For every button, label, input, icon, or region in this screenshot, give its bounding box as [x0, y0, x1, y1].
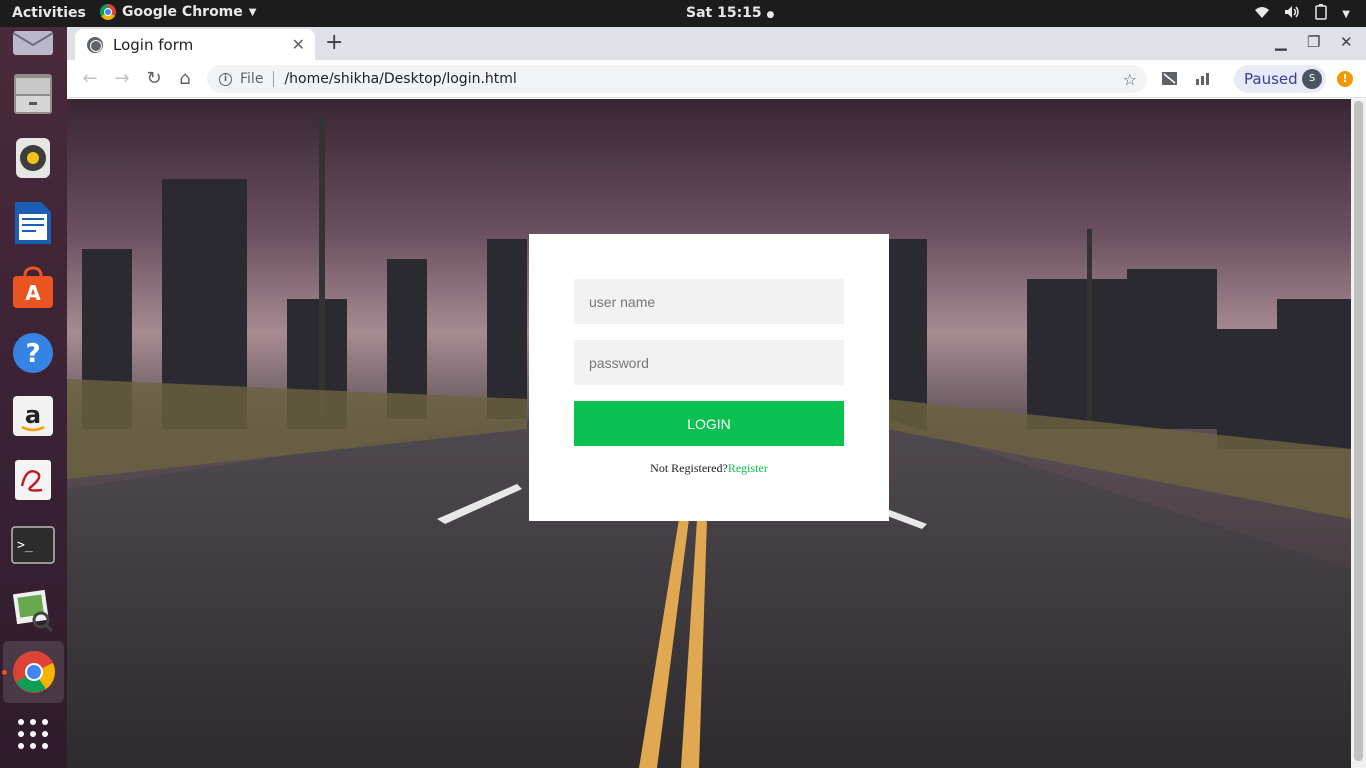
warning-icon[interactable]: ! — [1337, 71, 1353, 87]
app-menu[interactable]: Google Chrome ▼ — [100, 4, 256, 20]
close-tab-icon[interactable]: ✕ — [292, 35, 305, 54]
svg-text:?: ? — [25, 339, 40, 369]
image-viewer-icon[interactable] — [10, 587, 56, 633]
document-viewer-icon[interactable] — [10, 457, 56, 503]
back-icon[interactable]: ← — [79, 68, 101, 89]
username-input[interactable] — [574, 279, 844, 324]
show-applications-icon[interactable] — [10, 711, 56, 757]
profile-status: Paused — [1244, 70, 1298, 88]
amazon-icon[interactable]: a — [10, 393, 56, 439]
writer-icon[interactable] — [10, 200, 56, 246]
minimize-icon[interactable]: ▁ — [1275, 33, 1287, 51]
vertical-scrollbar[interactable] — [1351, 99, 1366, 768]
tab-title: Login form — [113, 35, 194, 54]
scrollbar-thumb[interactable] — [1354, 101, 1363, 761]
chrome-dock-icon[interactable] — [3, 641, 64, 703]
forward-icon[interactable]: → — [111, 68, 133, 89]
wifi-icon — [1254, 5, 1270, 23]
analytics-extension-icon[interactable] — [1194, 70, 1211, 87]
browser-toolbar: ← → ↻ ⌂ i File /home/shikha/Desktop/logi… — [67, 60, 1366, 98]
login-card: LOGIN Not Registered?Register — [529, 234, 889, 521]
app-name: Google Chrome — [122, 4, 243, 20]
clock[interactable]: Sat 15:15 ● — [686, 5, 774, 21]
svg-text:a: a — [25, 401, 41, 429]
reload-icon[interactable]: ↻ — [143, 68, 165, 89]
chrome-icon — [100, 4, 116, 20]
help-icon[interactable]: ? — [10, 330, 56, 376]
divider — [273, 71, 275, 87]
dock: A ? a >_ — [0, 27, 67, 768]
avatar: S — [1302, 69, 1322, 89]
rhythmbox-icon[interactable] — [10, 135, 56, 181]
svg-text:>_: >_ — [17, 538, 33, 553]
running-indicator — [2, 670, 7, 675]
tab-strip: Login form ✕ + ▁ ❐ ✕ — [67, 27, 1366, 60]
new-tab-button[interactable]: + — [325, 30, 343, 55]
system-top-bar: Activities Google Chrome ▼ Sat 15:15 ● ▼ — [0, 0, 1366, 27]
terminal-icon[interactable]: >_ — [10, 522, 56, 568]
chevron-down-icon: ▼ — [248, 6, 257, 18]
address-bar[interactable]: i File /home/shikha/Desktop/login.html ☆ — [207, 65, 1147, 93]
tab-login-form[interactable]: Login form ✕ — [75, 29, 315, 60]
register-link[interactable]: Register — [728, 461, 768, 475]
profile-paused-button[interactable]: Paused S — [1234, 65, 1326, 93]
extension-icon[interactable] — [1161, 70, 1178, 87]
home-icon[interactable]: ⌂ — [174, 68, 196, 89]
volume-icon — [1284, 5, 1300, 23]
software-center-icon[interactable]: A — [10, 265, 56, 311]
password-input[interactable] — [574, 340, 844, 385]
address-url: /home/shikha/Desktop/login.html — [284, 71, 517, 87]
page-viewport: LOGIN Not Registered?Register — [67, 99, 1351, 768]
system-status-area[interactable]: ▼ — [1254, 4, 1350, 24]
svg-text:A: A — [25, 281, 41, 305]
close-window-icon[interactable]: ✕ — [1340, 33, 1353, 51]
bookmark-star-icon[interactable]: ☆ — [1123, 70, 1137, 89]
battery-icon — [1314, 4, 1328, 24]
browser-window: Login form ✕ + ▁ ❐ ✕ ← → ↻ ⌂ i File /hom… — [67, 27, 1366, 768]
restore-icon[interactable]: ❐ — [1307, 33, 1320, 51]
mail-icon[interactable] — [10, 19, 56, 65]
register-message: Not Registered?Register — [529, 461, 889, 476]
globe-icon — [87, 36, 103, 53]
login-button[interactable]: LOGIN — [574, 401, 844, 446]
chevron-down-icon: ▼ — [1342, 8, 1350, 20]
not-registered-text: Not Registered? — [650, 461, 728, 475]
info-icon[interactable]: i — [219, 72, 232, 86]
files-icon[interactable] — [10, 71, 56, 117]
address-scheme: File — [240, 71, 264, 87]
